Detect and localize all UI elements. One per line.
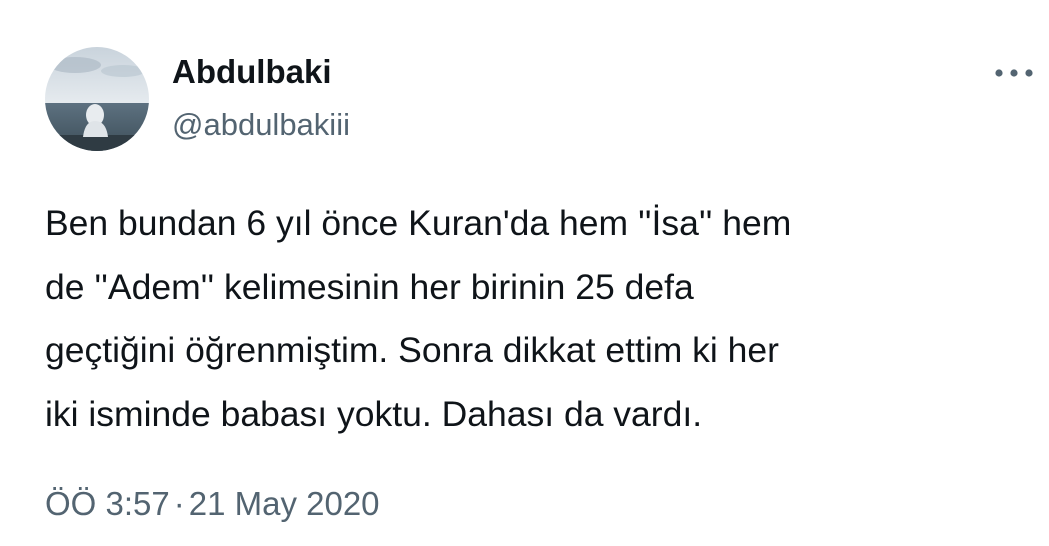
tweet-time[interactable]: ÖÖ 3:57 — [45, 485, 170, 522]
more-options-button[interactable] — [990, 58, 1038, 88]
tweet-date[interactable]: 21 May 2020 — [189, 485, 380, 522]
tweet-text: Ben bundan 6 yıl önce Kuran'da hem ''İsa… — [45, 192, 1035, 446]
meta-separator: · — [173, 485, 185, 522]
avatar[interactable] — [45, 47, 149, 151]
tweet-text-line: iki isminde babası yoktu. Dahası da vard… — [45, 393, 703, 434]
tweet-card: Abdulbaki @abdulbakiii Ben bundan 6 yıl … — [0, 0, 1049, 546]
tweet-metadata: ÖÖ 3:57 · 21 May 2020 — [45, 482, 380, 526]
tweet-text-line: Ben bundan 6 yıl önce Kuran'da hem ''İsa… — [45, 203, 792, 243]
more-horizontal-icon — [995, 69, 1033, 77]
author-display-name[interactable]: Abdulbaki — [172, 52, 332, 92]
author-handle[interactable]: @abdulbakiii — [172, 105, 350, 145]
tweet-text-line: geçtiğini öğrenmiştim. Sonra dikkat etti… — [45, 330, 779, 370]
avatar-image — [45, 47, 149, 151]
tweet-text-line: de ''Adem'' kelimesinin her birinin 25 d… — [45, 266, 694, 307]
